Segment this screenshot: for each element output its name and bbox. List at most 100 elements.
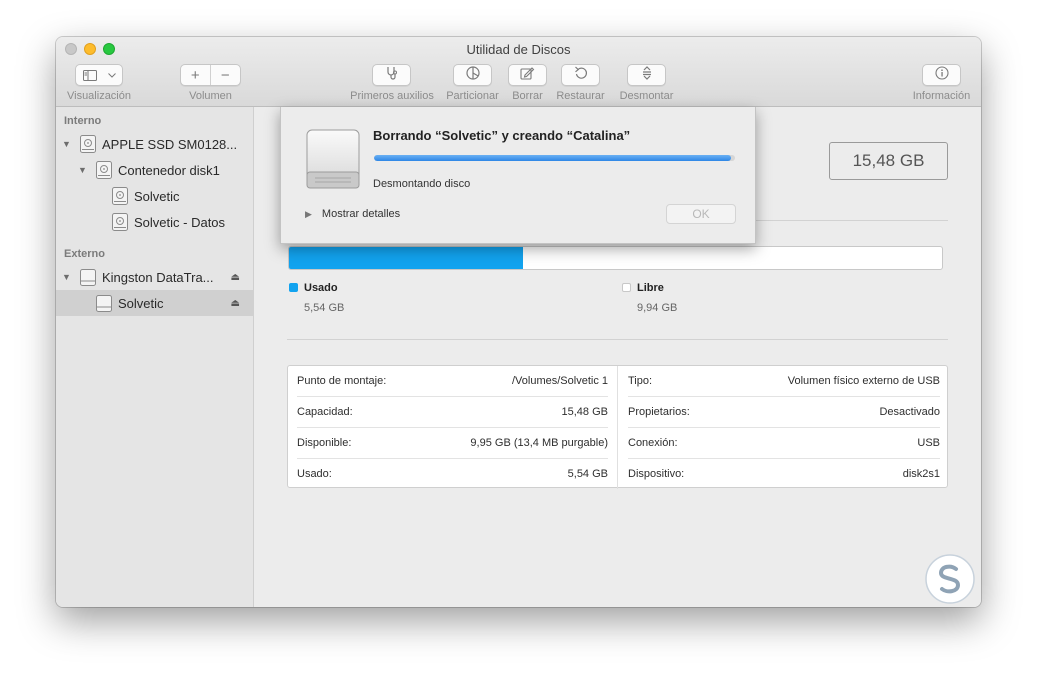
partition-button[interactable] bbox=[453, 64, 492, 86]
remove-volume-button[interactable]: − bbox=[211, 65, 240, 85]
volume-label: Volumen bbox=[189, 90, 232, 102]
unmount-button[interactable] bbox=[627, 64, 666, 86]
erase-label: Borrar bbox=[512, 90, 543, 102]
eject-icon[interactable]: ⏏ bbox=[231, 272, 240, 283]
info-row: Punto de montaje: /Volumes/Solvetic 1 bbox=[297, 366, 608, 397]
info-row: Disponible: 9,95 GB (13,4 MB purgable) bbox=[297, 428, 608, 459]
restore-arrow-icon bbox=[574, 66, 588, 85]
info-value: 9,95 GB (13,4 MB purgable) bbox=[470, 437, 608, 449]
partition-label: Particionar bbox=[446, 90, 499, 102]
show-details-toggle[interactable]: ▶ Mostrar detalles bbox=[305, 208, 400, 220]
sidebar-item-label: Kingston DataTra... bbox=[102, 269, 214, 285]
sidebar-item-label: Contenedor disk1 bbox=[118, 162, 220, 178]
eject-icon[interactable]: ⏏ bbox=[231, 298, 240, 309]
info-key: Usado: bbox=[297, 467, 332, 480]
info-row: Usado: 5,54 GB bbox=[297, 458, 608, 489]
divider bbox=[287, 339, 948, 340]
info-label: Información bbox=[912, 90, 971, 102]
erase-progress-bar bbox=[374, 155, 735, 161]
info-row: Capacidad: 15,48 GB bbox=[297, 397, 608, 428]
info-value: USB bbox=[917, 437, 940, 449]
legend-used-value: 5,54 GB bbox=[304, 302, 345, 314]
capacity-badge: 15,48 GB bbox=[829, 142, 948, 180]
sidebar-item-solvetic[interactable]: Solvetic bbox=[56, 183, 254, 209]
info-column-right: Tipo: Volumen físico externo de USB Prop… bbox=[619, 366, 949, 489]
restore-button[interactable] bbox=[561, 64, 600, 86]
info-icon bbox=[934, 65, 949, 85]
info-key: Tipo: bbox=[628, 375, 653, 387]
sidebar-section-external: Externo bbox=[64, 248, 105, 260]
erase-progress-sheet: Borrando “Solvetic” y creando “Catalina”… bbox=[280, 107, 756, 244]
used-color-swatch bbox=[289, 283, 298, 292]
info-row: Propietarios: Desactivado bbox=[628, 397, 940, 428]
sidebar: Interno ▼ APPLE SSD SM0128... ▼ Contened… bbox=[56, 107, 254, 607]
info-column-left: Punto de montaje: /Volumes/Solvetic 1 Ca… bbox=[288, 366, 618, 489]
sheet-title: Borrando “Solvetic” y creando “Catalina” bbox=[373, 128, 631, 143]
usage-bar bbox=[288, 246, 943, 270]
sidebar-item-solvetic-external[interactable]: Solvetic ⏏ bbox=[56, 290, 254, 316]
sidebar-item-container[interactable]: ▼ Contenedor disk1 bbox=[56, 157, 254, 183]
sidebar-section-internal: Interno bbox=[64, 115, 102, 127]
info-row: Tipo: Volumen físico externo de USB bbox=[628, 366, 940, 397]
pie-chart-icon bbox=[465, 65, 480, 85]
unmount-label: Desmontar bbox=[619, 90, 674, 102]
external-disk-icon bbox=[305, 128, 361, 190]
erase-pencil-icon bbox=[520, 66, 535, 85]
info-value: 15,48 GB bbox=[561, 406, 608, 418]
ok-button[interactable]: OK bbox=[666, 204, 736, 224]
legend-free-name: Libre bbox=[637, 282, 664, 294]
unmount-icon bbox=[641, 65, 653, 85]
info-key: Dispositivo: bbox=[628, 467, 685, 480]
free-color-swatch bbox=[622, 283, 631, 292]
info-row: Dispositivo: disk2s1 bbox=[628, 458, 940, 489]
add-volume-button[interactable]: + bbox=[181, 65, 211, 85]
sidebar-item-label: Solvetic bbox=[134, 188, 180, 204]
solvetic-logo-icon bbox=[925, 554, 975, 604]
sidebar-item-label: Solvetic bbox=[118, 295, 164, 311]
sidebar-item-label: Solvetic - Datos bbox=[134, 214, 226, 230]
disk-utility-window: Utilidad de Discos Visualización + − Vol… bbox=[56, 37, 981, 607]
info-value: disk2s1 bbox=[902, 467, 940, 480]
volume-button-group: + − bbox=[180, 64, 241, 86]
volume-info-table: Punto de montaje: /Volumes/Solvetic 1 Ca… bbox=[287, 365, 949, 489]
sidebar-item-kingston[interactable]: ▼ Kingston DataTra... ⏏ bbox=[56, 264, 254, 290]
stethoscope-icon bbox=[385, 66, 399, 85]
show-details-label: Mostrar detalles bbox=[321, 208, 401, 220]
info-value: /Volumes/Solvetic 1 bbox=[512, 375, 608, 387]
window-title: Utilidad de Discos bbox=[466, 42, 571, 57]
usage-bar-used-fill bbox=[289, 247, 523, 269]
chevron-down-icon bbox=[103, 65, 121, 85]
disclosure-triangle-icon[interactable]: ▼ bbox=[62, 272, 71, 282]
disclosure-triangle-icon: ▶ bbox=[305, 208, 312, 219]
volume-icon bbox=[112, 213, 128, 231]
legend-free-value: 9,94 GB bbox=[637, 302, 678, 314]
external-disk-icon bbox=[80, 269, 96, 287]
info-key: Disponible: bbox=[297, 437, 352, 449]
info-key: Punto de montaje: bbox=[297, 375, 387, 387]
disclosure-triangle-icon[interactable]: ▼ bbox=[62, 139, 71, 149]
info-key: Propietarios: bbox=[628, 406, 690, 418]
disclosure-triangle-icon[interactable]: ▼ bbox=[78, 165, 87, 175]
external-volume-icon bbox=[96, 295, 112, 313]
info-value: Volumen físico externo de USB bbox=[787, 375, 940, 387]
legend-used-name: Usado bbox=[304, 282, 338, 294]
erase-progress-fill bbox=[374, 155, 732, 161]
sheet-status-text: Desmontando disco bbox=[373, 178, 471, 190]
info-key: Capacidad: bbox=[297, 406, 353, 418]
info-value: Desactivado bbox=[879, 406, 940, 418]
info-row: Conexión: USB bbox=[628, 428, 940, 459]
info-value: 5,54 GB bbox=[567, 467, 608, 480]
info-button[interactable] bbox=[922, 64, 961, 86]
view-label: Visualización bbox=[66, 90, 131, 102]
view-button[interactable] bbox=[75, 64, 123, 86]
toolbar: Utilidad de Discos Visualización + − Vol… bbox=[56, 37, 981, 107]
first-aid-label: Primeros auxilios bbox=[350, 90, 434, 102]
sidebar-item-solvetic-datos[interactable]: Solvetic - Datos bbox=[56, 209, 254, 235]
container-icon bbox=[96, 161, 112, 179]
info-key: Conexión: bbox=[628, 437, 678, 449]
volume-icon bbox=[112, 187, 128, 205]
internal-disk-icon bbox=[80, 135, 96, 153]
sidebar-item-apple-ssd[interactable]: ▼ APPLE SSD SM0128... bbox=[56, 131, 254, 157]
first-aid-button[interactable] bbox=[372, 64, 411, 86]
erase-button[interactable] bbox=[508, 64, 547, 86]
